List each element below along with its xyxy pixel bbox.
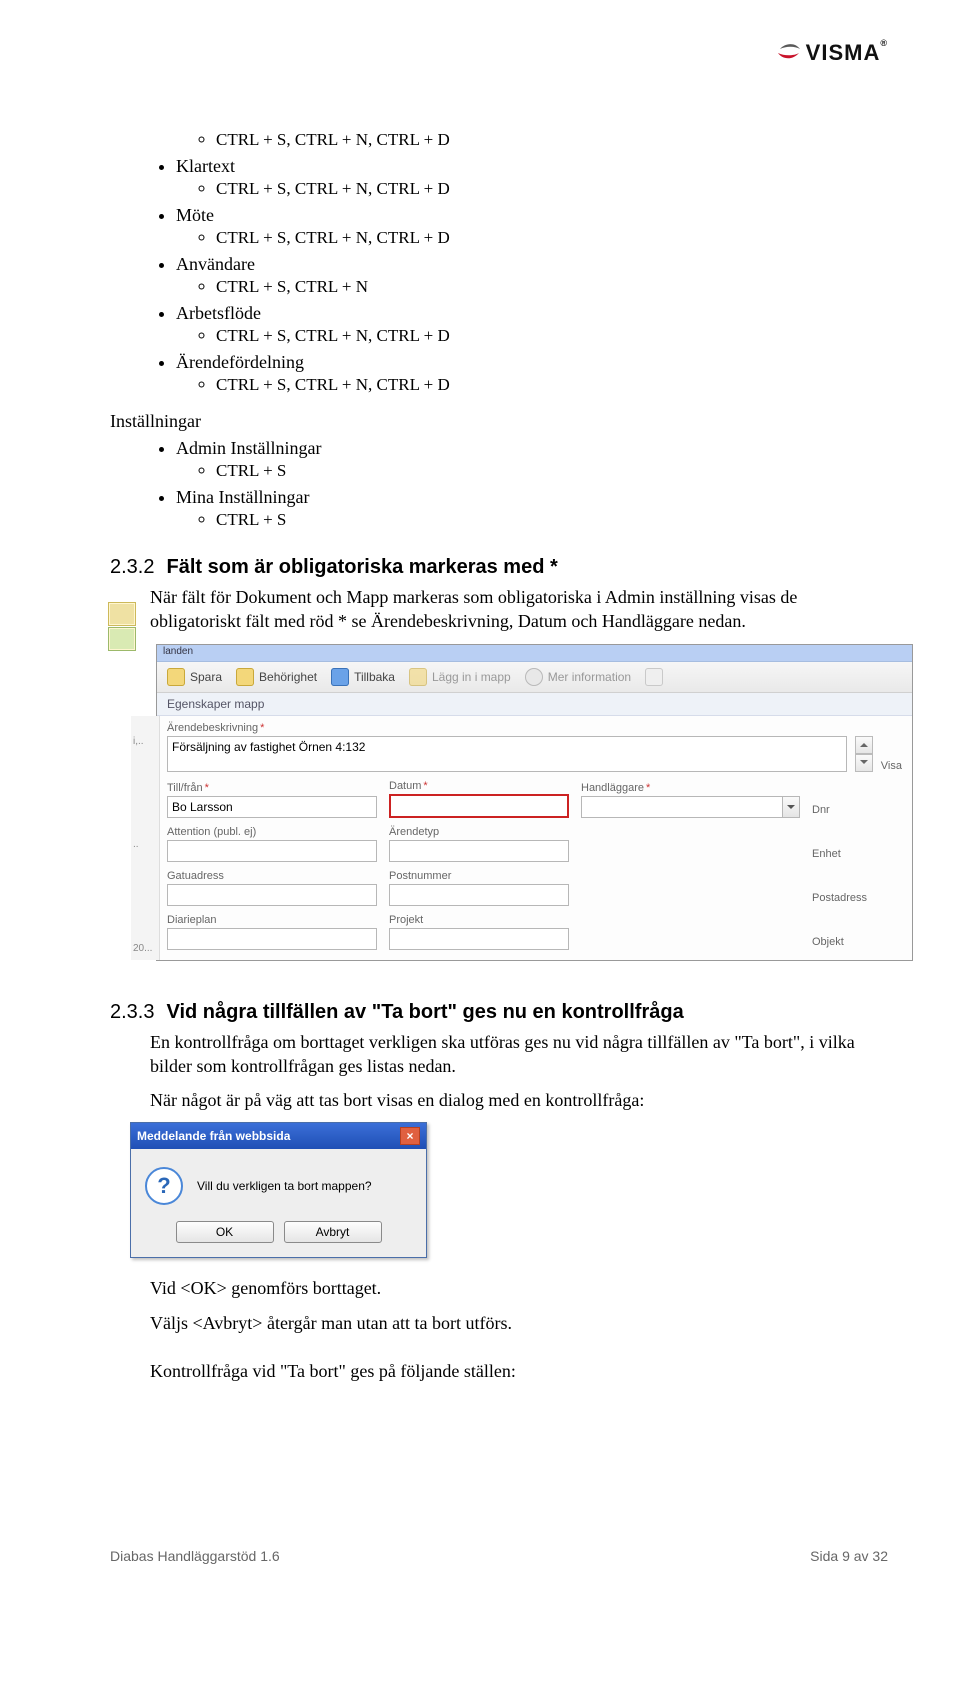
save-icon <box>167 668 185 686</box>
paragraph-233b: När något är på väg att tas bort visas e… <box>150 1088 888 1112</box>
panel-header: Egenskaper mapp <box>157 693 912 716</box>
label-arendetyp: Ärendetyp <box>389 826 569 838</box>
label-datum: Datum <box>389 780 569 792</box>
logo-swirl-icon <box>776 41 802 66</box>
window-title-strip: landen <box>157 645 912 662</box>
diarieplan-input[interactable] <box>167 928 377 950</box>
screenshot-form: landen Spara Behörighet Tillbaka Lägg in… <box>136 644 888 961</box>
installningar-tree: Admin Inställningar CTRL + S Mina Instäl… <box>150 438 888 530</box>
dialog-title: Meddelande från webbsida <box>137 1129 290 1143</box>
footer-left: Diabas Handläggarstöd 1.6 <box>110 1548 280 1564</box>
permission-button[interactable]: Behörighet <box>236 668 317 686</box>
folder-in-icon <box>409 668 427 686</box>
question-icon: ? <box>145 1167 183 1205</box>
label-postadress: Postadress <box>812 892 902 904</box>
label-tillfran: Till/från <box>167 782 377 794</box>
label-gatuadress: Gatuadress <box>167 870 377 882</box>
label-objekt: Objekt <box>812 936 902 948</box>
cancel-button[interactable]: Avbryt <box>284 1221 382 1243</box>
heading-2-3-2: 2.3.2Fält som är obligatoriska markeras … <box>110 556 888 579</box>
shortcut-item: CTRL + S <box>216 461 888 481</box>
attention-input[interactable] <box>167 840 377 862</box>
handlaggare-input[interactable] <box>581 796 783 818</box>
confirm-dialog: Meddelande från webbsida × ? Vill du ver… <box>130 1122 427 1258</box>
postnummer-input[interactable] <box>389 884 569 906</box>
tree-item-arendefordelning: Ärendefördelning CTRL + S, CTRL + N, CTR… <box>176 352 888 395</box>
tree-item-mote: Möte CTRL + S, CTRL + N, CTRL + D <box>176 205 888 248</box>
paragraph-after-dialog-1: Vid <OK> genomförs borttaget. <box>150 1276 888 1300</box>
paragraph-after-dialog-2: Väljs <Avbryt> återgår man utan att ta b… <box>150 1311 888 1335</box>
paragraph-233a: En kontrollfråga om borttaget verkligen … <box>150 1030 888 1079</box>
datum-input[interactable] <box>389 794 569 818</box>
mail-button[interactable] <box>645 668 663 686</box>
envelope-icon <box>645 668 663 686</box>
save-button[interactable]: Spara <box>167 668 222 686</box>
toolbar: Spara Behörighet Tillbaka Lägg in i mapp… <box>157 662 912 693</box>
put-in-folder-button[interactable]: Lägg in i mapp <box>409 668 511 686</box>
shortcut-item: CTRL + S, CTRL + N <box>216 277 888 297</box>
projekt-input[interactable] <box>389 928 569 950</box>
tree-item-mina-installningar: Mina Inställningar CTRL + S <box>176 487 888 530</box>
label-diarieplan: Diarieplan <box>167 914 377 926</box>
section-heading-installningar: Inställningar <box>110 411 888 432</box>
folder-icon <box>108 602 136 626</box>
scroll-up-icon[interactable] <box>855 736 873 754</box>
tree-item-arbetsflode: Arbetsflöde CTRL + S, CTRL + N, CTRL + D <box>176 303 888 346</box>
arendebeskrivning-input[interactable]: Försäljning av fastighet Örnen 4:132 <box>167 736 847 772</box>
dialog-message: Vill du verkligen ta bort mappen? <box>197 1179 372 1193</box>
label-enhet: Enhet <box>812 848 902 860</box>
shortcut-tree: Klartext CTRL + S, CTRL + N, CTRL + D Mö… <box>150 156 888 395</box>
paragraph-232: När fält för Dokument och Mapp markeras … <box>150 585 888 634</box>
label-dnr: Dnr <box>812 804 902 816</box>
shortcut-item: CTRL + S, CTRL + N, CTRL + D <box>216 326 888 346</box>
footer-right: Sida 9 av 32 <box>810 1548 888 1564</box>
shortcut-item: CTRL + S <box>216 510 888 530</box>
shortcut-item: CTRL + S, CTRL + N, CTRL + D <box>216 228 888 248</box>
label-handlaggare: Handläggare <box>581 782 800 794</box>
tree-item-admin-installningar: Admin Inställningar CTRL + S <box>176 438 888 481</box>
tillfran-input[interactable] <box>167 796 377 818</box>
heading-2-3-3: 2.3.3Vid några tillfällen av "Ta bort" g… <box>110 1001 888 1024</box>
scroll-down-icon[interactable] <box>855 754 873 772</box>
label-postnummer: Postnummer <box>389 870 569 882</box>
shortcut-item: CTRL + S, CTRL + N, CTRL + D <box>216 179 888 199</box>
visa-label: Visa <box>881 760 902 772</box>
info-icon <box>525 668 543 686</box>
back-button[interactable]: Tillbaka <box>331 668 395 686</box>
back-icon <box>331 668 349 686</box>
label-arendebeskrivning: Ärendebeskrivning <box>167 722 902 734</box>
tree-item-anvandare: Användare CTRL + S, CTRL + N <box>176 254 888 297</box>
label-projekt: Projekt <box>389 914 569 926</box>
registered-icon: ® <box>880 38 888 48</box>
arendetyp-input[interactable] <box>389 840 569 862</box>
ok-button[interactable]: OK <box>176 1221 274 1243</box>
tree-item-klartext: Klartext CTRL + S, CTRL + N, CTRL + D <box>176 156 888 199</box>
more-info-button[interactable]: Mer information <box>525 668 631 686</box>
label-attention: Attention (publ. ej) <box>167 826 377 838</box>
chevron-down-icon[interactable] <box>783 796 801 818</box>
left-strip: i,.. .. 20... <box>131 716 160 960</box>
folder-icon <box>108 627 136 651</box>
permission-icon <box>236 668 254 686</box>
paragraph-after-dialog-3: Kontrollfråga vid "Ta bort" ges på följa… <box>150 1359 888 1383</box>
shortcut-item: CTRL + S, CTRL + N, CTRL + D <box>216 375 888 395</box>
gatuadress-input[interactable] <box>167 884 377 906</box>
close-icon[interactable]: × <box>400 1127 420 1145</box>
brand-logo: VISMA® <box>776 40 888 66</box>
shortcut-item: CTRL + S, CTRL + N, CTRL + D <box>216 130 888 150</box>
logo-text: VISMA® <box>806 40 888 66</box>
